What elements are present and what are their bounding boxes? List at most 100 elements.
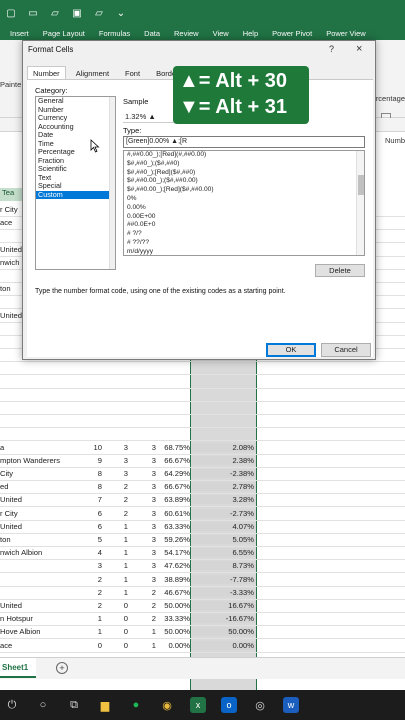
- cell-d[interactable]: 3: [130, 548, 156, 557]
- cell-a[interactable]: r City: [0, 509, 76, 518]
- cell-a[interactable]: a: [0, 443, 76, 452]
- cell-f[interactable]: 2.08%: [192, 442, 256, 452]
- tab-review[interactable]: Review: [167, 29, 206, 38]
- table-row[interactable]: [0, 376, 405, 389]
- cell-d[interactable]: 3: [130, 509, 156, 518]
- tab-alignment[interactable]: Alignment: [69, 66, 116, 79]
- cell-c[interactable]: 1: [106, 535, 128, 544]
- cell-e[interactable]: 38.89%: [158, 575, 190, 584]
- table-row[interactable]: City 8 3 3 64.29% -2.38%: [0, 468, 405, 481]
- table-row[interactable]: r City 6 2 3 60.61% -2.73%: [0, 508, 405, 521]
- cell-a[interactable]: Hove Albion: [0, 627, 76, 636]
- excel-icon[interactable]: x: [190, 697, 206, 713]
- cell-b[interactable]: 4: [78, 548, 102, 557]
- format-code-item[interactable]: ##0.0E+0: [124, 221, 364, 230]
- type-input[interactable]: [Green]0.00% ▲;[R: [123, 136, 365, 148]
- cell-c[interactable]: 3: [106, 443, 128, 452]
- table-row[interactable]: 2 1 2 46.67% -3.33%: [0, 587, 405, 600]
- cell-e[interactable]: 63.33%: [158, 522, 190, 531]
- cell-e[interactable]: 47.62%: [158, 561, 190, 570]
- table-row[interactable]: nwich Albion 4 1 3 54.17% 6.55%: [0, 547, 405, 561]
- cell-c[interactable]: 1: [106, 575, 128, 584]
- cell-a[interactable]: City: [0, 469, 76, 478]
- cell-e[interactable]: 0.00%: [158, 641, 190, 650]
- new-icon[interactable]: ▭: [26, 6, 40, 20]
- category-list[interactable]: General Number Currency Accounting Date Time P…: [35, 96, 116, 270]
- table-row[interactable]: [0, 362, 405, 376]
- cell-d[interactable]: 1: [130, 641, 156, 650]
- cell-b[interactable]: 2: [78, 575, 102, 584]
- table-row[interactable]: ton 5 1 3 59.26% 5.05%: [0, 534, 405, 547]
- cell-c[interactable]: 3: [106, 456, 128, 465]
- cell-c[interactable]: 2: [106, 495, 128, 504]
- format-code-item[interactable]: 0.00E+00: [124, 213, 364, 222]
- cell-b[interactable]: 2: [78, 588, 102, 597]
- delete-button[interactable]: Delete: [315, 264, 365, 277]
- tab-power-pivot[interactable]: Power Pivot: [265, 29, 319, 38]
- save-icon[interactable]: ▣: [70, 6, 84, 20]
- cell-f[interactable]: -3.33%: [192, 587, 256, 597]
- cell-d[interactable]: 3: [130, 561, 156, 570]
- cell-d[interactable]: 2: [130, 601, 156, 610]
- percentage-label[interactable]: rcentage: [376, 94, 405, 103]
- table-row[interactable]: n Hotspur 1 0 2 33.33% -16.67%: [0, 613, 405, 627]
- document-icon[interactable]: ▢: [4, 6, 18, 20]
- table-row[interactable]: mpton Wanderers 9 3 3 66.67% 2.38%: [0, 455, 405, 468]
- help-button[interactable]: ?: [329, 44, 334, 54]
- cell-c[interactable]: 0: [106, 627, 128, 636]
- format-code-item[interactable]: $#,##0_);[Red]($#,##0): [124, 169, 364, 178]
- cell-c[interactable]: 1: [106, 522, 128, 531]
- cell-a[interactable]: mpton Wanderers: [0, 456, 76, 465]
- table-row[interactable]: United 7 2 3 63.89% 3.28%: [0, 494, 405, 508]
- cell-b[interactable]: 5: [78, 535, 102, 544]
- cell-a[interactable]: ed: [0, 482, 76, 491]
- cell-d[interactable]: 3: [130, 443, 156, 452]
- close-button[interactable]: ×: [356, 43, 362, 55]
- table-row[interactable]: [0, 415, 405, 429]
- scroll-thumb[interactable]: [358, 175, 364, 195]
- tab-data[interactable]: Data: [137, 29, 167, 38]
- tab-help[interactable]: Help: [236, 29, 265, 38]
- cell-f[interactable]: 3.28%: [192, 495, 256, 505]
- cell-b[interactable]: 9: [78, 456, 102, 465]
- cell-e[interactable]: 63.89%: [158, 495, 190, 504]
- cell-e[interactable]: 64.29%: [158, 469, 190, 478]
- tab-view[interactable]: View: [206, 29, 236, 38]
- cell-c[interactable]: 1: [106, 548, 128, 557]
- format-code-item[interactable]: 0.00%: [124, 204, 364, 213]
- power-icon[interactable]: ⏻: [4, 697, 20, 713]
- cell-f[interactable]: -7.78%: [192, 574, 256, 584]
- cell-f[interactable]: -2.73%: [192, 508, 256, 518]
- cell-f[interactable]: -2.38%: [192, 469, 256, 478]
- cell-e[interactable]: 46.67%: [158, 588, 190, 597]
- outlook-icon[interactable]: o: [221, 697, 237, 713]
- category-scrollbar[interactable]: [109, 97, 115, 269]
- cell-c[interactable]: 2: [106, 509, 128, 518]
- cell-b[interactable]: 10: [78, 443, 102, 452]
- cell-c[interactable]: 0: [106, 601, 128, 610]
- chrome-icon[interactable]: ◉: [159, 697, 175, 713]
- cell-a[interactable]: ace: [0, 641, 76, 650]
- format-painter-label[interactable]: Painte: [0, 80, 21, 89]
- word-icon[interactable]: w: [283, 697, 299, 713]
- cell-a[interactable]: United: [0, 522, 76, 531]
- cell-d[interactable]: 2: [130, 614, 156, 623]
- cell-e[interactable]: 54.17%: [158, 548, 190, 557]
- cancel-button[interactable]: Cancel: [321, 343, 371, 357]
- cell-c[interactable]: 3: [106, 469, 128, 478]
- cell-c[interactable]: 0: [106, 641, 128, 650]
- cell-e[interactable]: 66.67%: [158, 482, 190, 491]
- cell-b[interactable]: 8: [78, 482, 102, 491]
- format-code-item[interactable]: # ?/?: [124, 230, 364, 239]
- table-row[interactable]: ed 8 2 3 66.67% 2.78%: [0, 481, 405, 495]
- cell-e[interactable]: 66.67%: [158, 456, 190, 465]
- cell-d[interactable]: 3: [130, 575, 156, 584]
- cell-e[interactable]: 50.00%: [158, 601, 190, 610]
- folder-icon[interactable]: ▱: [48, 6, 62, 20]
- cell-e[interactable]: 50.00%: [158, 627, 190, 636]
- table-row[interactable]: ace 0 0 1 0.00% 0.00%: [0, 640, 405, 653]
- cell-d[interactable]: 3: [130, 469, 156, 478]
- cell-a[interactable]: United: [0, 495, 76, 504]
- table-row[interactable]: 2 1 3 38.89% -7.78%: [0, 574, 405, 587]
- cell-e[interactable]: 59.26%: [158, 535, 190, 544]
